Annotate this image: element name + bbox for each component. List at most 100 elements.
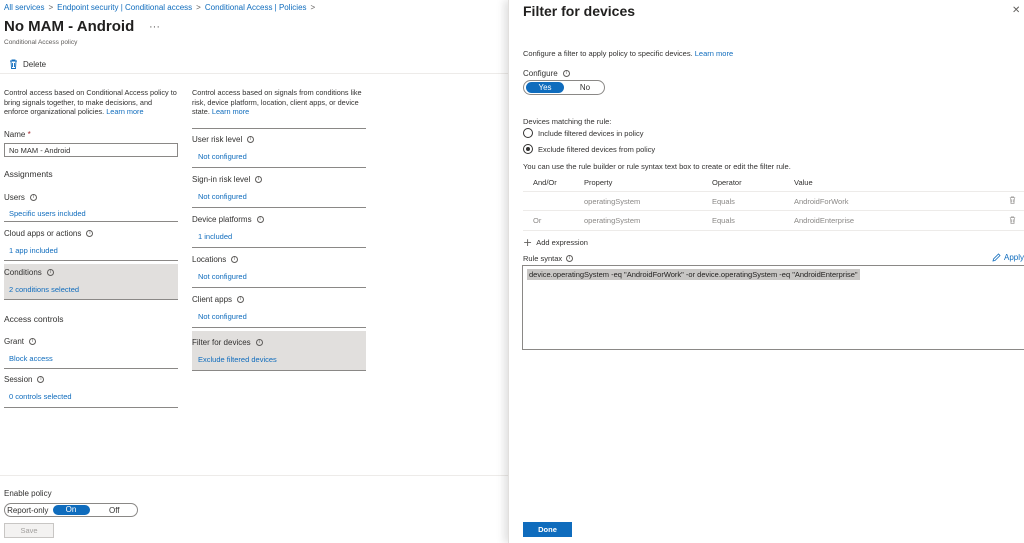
signin-risk-label: Sign-in risk level i bbox=[192, 175, 366, 184]
name-input[interactable]: No MAM - Android bbox=[4, 143, 178, 158]
users-label: Users i bbox=[4, 193, 178, 202]
conditions-column: Control access based on signals from con… bbox=[192, 88, 366, 372]
device-platforms-value-link[interactable]: 1 included bbox=[192, 232, 366, 241]
filter-devices-item[interactable]: Filter for devices i Exclude filtered dev… bbox=[192, 331, 366, 372]
conditions-item[interactable]: Conditions i 2 conditions selected bbox=[4, 264, 178, 301]
learn-more-link[interactable]: Learn more bbox=[106, 107, 143, 116]
include-radio-row[interactable]: Include filtered devices in policy bbox=[523, 128, 643, 138]
policy-main-column: Control access based on Conditional Acce… bbox=[4, 88, 178, 409]
user-risk-item[interactable]: User risk level i Not configured bbox=[192, 129, 366, 169]
row-property[interactable]: operatingSystem bbox=[584, 216, 712, 225]
rule-syntax-textbox[interactable]: device.operatingSystem -eq "AndroidForWo… bbox=[522, 265, 1024, 350]
save-button[interactable]: Save bbox=[4, 523, 54, 538]
done-button[interactable]: Done bbox=[523, 522, 572, 537]
configure-yes-option[interactable]: Yes bbox=[526, 82, 564, 93]
policy-description-text: Control access based on Conditional Acce… bbox=[4, 88, 177, 117]
filter-devices-panel: Filter for devices ✕ Configure a filter … bbox=[508, 0, 1024, 543]
device-platforms-item[interactable]: Device platforms i 1 included bbox=[192, 208, 366, 249]
info-icon: i bbox=[237, 296, 245, 304]
toolbar-divider bbox=[0, 73, 508, 74]
grant-item[interactable]: Grant i Block access bbox=[4, 334, 178, 370]
locations-label: Locations i bbox=[192, 255, 366, 264]
filter-devices-value-link[interactable]: Exclude filtered devices bbox=[192, 355, 366, 364]
cloud-apps-item[interactable]: Cloud apps or actions i 1 app included bbox=[4, 222, 178, 262]
pencil-icon bbox=[992, 253, 1001, 262]
footer-divider bbox=[0, 475, 508, 476]
close-icon[interactable]: ✕ bbox=[1012, 5, 1020, 16]
session-label-text: Session bbox=[4, 375, 33, 385]
row-operator[interactable]: Equals bbox=[712, 216, 794, 225]
signin-risk-item[interactable]: Sign-in risk level i Not configured bbox=[192, 168, 366, 209]
session-label: Session i bbox=[4, 375, 178, 384]
off-option[interactable]: Off bbox=[92, 506, 138, 515]
row-property[interactable]: operatingSystem bbox=[584, 197, 712, 206]
rule-builder-hint: You can use the rule builder or rule syn… bbox=[523, 162, 791, 171]
row-value[interactable]: AndroidForWork bbox=[794, 197, 1002, 206]
user-risk-label-text: User risk level bbox=[192, 135, 243, 145]
rule-syntax-label: Rule syntax i bbox=[523, 254, 574, 263]
chevron-right-icon: > bbox=[310, 3, 316, 12]
trash-icon[interactable] bbox=[1002, 216, 1022, 226]
row-value[interactable]: AndroidEnterprise bbox=[794, 216, 1002, 225]
breadcrumb-all-services[interactable]: All services bbox=[4, 3, 44, 12]
grant-value-link[interactable]: Block access bbox=[4, 354, 178, 363]
trash-icon bbox=[10, 59, 17, 69]
conditions-value-link[interactable]: 2 conditions selected bbox=[4, 285, 178, 294]
locations-item[interactable]: Locations i Not configured bbox=[192, 248, 366, 289]
configure-no-option[interactable]: No bbox=[566, 83, 604, 92]
device-platforms-label-text: Device platforms bbox=[192, 215, 252, 225]
policy-description: Control access based on Conditional Acce… bbox=[4, 88, 178, 117]
client-apps-item[interactable]: Client apps i Not configured bbox=[192, 288, 366, 329]
report-only-option[interactable]: Report-only bbox=[5, 506, 51, 515]
exclude-radio-row[interactable]: Exclude filtered devices from policy bbox=[523, 144, 655, 154]
more-options-button[interactable]: ··· bbox=[149, 21, 160, 33]
panel-learn-more-link[interactable]: Learn more bbox=[695, 49, 733, 58]
add-expression-label: Add expression bbox=[536, 238, 588, 247]
info-icon: i bbox=[566, 255, 574, 262]
row-andor[interactable]: Or bbox=[523, 216, 584, 225]
panel-description: Configure a filter to apply policy to sp… bbox=[523, 49, 733, 58]
conditions-label: Conditions i bbox=[4, 268, 178, 277]
client-apps-label: Client apps i bbox=[192, 295, 366, 304]
header-value: Value bbox=[794, 177, 813, 187]
users-value-link[interactable]: Specific users included bbox=[4, 209, 178, 218]
breadcrumb-endpoint-security[interactable]: Endpoint security | Conditional access bbox=[57, 3, 192, 12]
users-item[interactable]: Users i Specific users included bbox=[4, 190, 178, 223]
device-platforms-label: Device platforms i bbox=[192, 215, 366, 224]
cloud-apps-label: Cloud apps or actions i bbox=[4, 229, 178, 238]
delete-button[interactable]: Delete bbox=[9, 59, 46, 69]
cloud-apps-value-link[interactable]: 1 app included bbox=[4, 246, 178, 255]
on-option[interactable]: On bbox=[52, 505, 90, 515]
apply-button[interactable]: Apply bbox=[992, 253, 1024, 262]
conditions-label-text: Conditions bbox=[4, 268, 42, 278]
grant-label-text: Grant bbox=[4, 337, 25, 347]
user-risk-value-link[interactable]: Not configured bbox=[192, 152, 366, 161]
trash-icon[interactable] bbox=[1002, 196, 1022, 206]
conditions-learn-more-link[interactable]: Learn more bbox=[212, 107, 249, 116]
signin-risk-value-link[interactable]: Not configured bbox=[192, 192, 366, 201]
plus-icon: + bbox=[523, 236, 533, 249]
add-expression-button[interactable]: + Add expression bbox=[523, 236, 588, 249]
row-operator[interactable]: Equals bbox=[712, 197, 794, 206]
session-value-link[interactable]: 0 controls selected bbox=[4, 392, 178, 401]
table-header: And/Or Property Operator Value bbox=[523, 173, 1024, 191]
info-icon: i bbox=[256, 216, 264, 224]
include-radio[interactable] bbox=[523, 128, 533, 138]
session-item[interactable]: Session i 0 controls selected bbox=[4, 369, 178, 409]
breadcrumb-policies[interactable]: Conditional Access | Policies bbox=[205, 3, 307, 12]
required-marker: * bbox=[27, 130, 31, 140]
chevron-right-icon: > bbox=[48, 3, 54, 12]
client-apps-value-link[interactable]: Not configured bbox=[192, 312, 366, 321]
signin-risk-label-text: Sign-in risk level bbox=[192, 175, 251, 185]
configure-label-text: Configure bbox=[523, 69, 558, 78]
user-risk-label: User risk level i bbox=[192, 135, 366, 144]
exclude-radio[interactable] bbox=[523, 144, 533, 154]
info-icon: i bbox=[255, 176, 263, 184]
locations-label-text: Locations bbox=[192, 255, 227, 265]
header-operator: Operator bbox=[712, 177, 742, 187]
panel-title: Filter for devices bbox=[523, 3, 636, 19]
info-icon: i bbox=[37, 376, 45, 384]
rule-builder-table: And/Or Property Operator Value operating… bbox=[523, 173, 1024, 231]
info-icon: i bbox=[255, 339, 263, 347]
locations-value-link[interactable]: Not configured bbox=[192, 272, 366, 281]
